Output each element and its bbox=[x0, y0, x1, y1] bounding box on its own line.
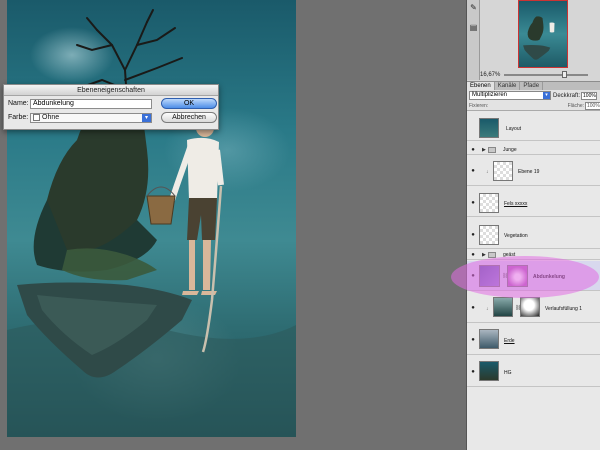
layer-thumbnail bbox=[479, 225, 499, 245]
layer-thumbnail bbox=[479, 118, 499, 138]
navigator-zoom-bar: 16,67% bbox=[480, 70, 600, 80]
color-select[interactable]: Ohne ▾ bbox=[30, 112, 152, 123]
layer-thumbnail bbox=[493, 161, 513, 181]
lock-row: Fixieren: Fläche: 100% bbox=[467, 101, 600, 111]
layer-name: Layout bbox=[506, 126, 522, 132]
disclosure-triangle-icon[interactable]: ▶ bbox=[482, 252, 486, 258]
blend-mode-select[interactable]: Multiplizieren ▾ bbox=[469, 91, 551, 100]
document-workspace: Ebeneneigenschaften Name: Farbe: Ohne ▾ … bbox=[0, 0, 466, 450]
layer-group-row[interactable]: ● ▶ geäst bbox=[467, 250, 600, 260]
layer-row[interactable]: ● Erde bbox=[467, 325, 600, 355]
artwork-illustration bbox=[7, 9, 296, 437]
layer-name: Junge bbox=[503, 147, 517, 153]
tab-channels[interactable]: Kanäle bbox=[495, 82, 521, 90]
layer-name: Vegetation bbox=[504, 233, 528, 239]
panel-toolstrip: ✎ ▤ bbox=[467, 0, 480, 80]
eye-icon[interactable]: ● bbox=[469, 272, 477, 280]
panel-icon[interactable]: ▤ bbox=[468, 22, 479, 33]
fill-label: Fläche: bbox=[567, 102, 584, 109]
clip-arrow-icon: ↓ bbox=[486, 306, 489, 312]
layer-mask-thumbnail bbox=[520, 297, 540, 317]
tab-layers[interactable]: Ebenen bbox=[467, 82, 495, 90]
ok-button[interactable]: OK bbox=[161, 98, 217, 109]
layer-name: Ebene 19 bbox=[518, 169, 540, 175]
navigator-preview-image bbox=[523, 16, 555, 60]
name-row: Name: bbox=[8, 98, 152, 109]
layer-thumbnail bbox=[479, 265, 500, 287]
color-select-value: Ohne bbox=[42, 114, 60, 121]
folder-icon bbox=[488, 147, 496, 153]
layer-thumbnail bbox=[479, 329, 499, 349]
color-label: Farbe: bbox=[8, 114, 29, 121]
layer-row[interactable]: ● ↓ ⛓ Verlaufsfüllung 1 bbox=[467, 293, 600, 323]
layer-row[interactable]: ● Vegetation bbox=[467, 221, 600, 249]
eye-icon[interactable]: ● bbox=[469, 167, 477, 175]
eye-icon[interactable]: ● bbox=[469, 199, 477, 207]
eye-icon[interactable]: ● bbox=[469, 368, 477, 376]
color-row: Farbe: Ohne ▾ bbox=[8, 112, 152, 123]
folder-icon bbox=[488, 252, 496, 258]
layer-mask-thumbnail bbox=[507, 265, 528, 287]
document-canvas[interactable] bbox=[7, 0, 296, 437]
clip-arrow-icon: ↓ bbox=[486, 169, 489, 175]
layer-name: Fels xxxxx bbox=[504, 201, 528, 207]
navigator-thumbnail[interactable] bbox=[518, 0, 568, 68]
layer-name: HG bbox=[504, 370, 512, 376]
zoom-slider[interactable] bbox=[504, 74, 588, 76]
eye-icon[interactable]: ● bbox=[469, 146, 477, 154]
dialog-title: Ebeneneigenschaften bbox=[4, 85, 218, 96]
layer-name-input[interactable] bbox=[30, 98, 152, 109]
layer-row-selected[interactable]: ● ⛓ Abdunkelung bbox=[467, 261, 600, 291]
disclosure-triangle-icon[interactable]: ▶ bbox=[482, 147, 486, 153]
layer-row[interactable]: Layout bbox=[467, 116, 600, 141]
zoom-value: 16,67% bbox=[480, 72, 501, 78]
layer-row[interactable]: ● ↓ Ebene 19 bbox=[467, 157, 600, 186]
layer-row[interactable]: ● Fels xxxxx bbox=[467, 189, 600, 217]
panel-dock: ✎ ▤ 16,67% Ebenen Kanäle Pfade Multipliz… bbox=[466, 0, 600, 450]
layers-list[interactable]: Layout ● ▶ Junge ● ↓ Ebene 19 ● Fels xxx… bbox=[467, 111, 600, 450]
layer-properties-dialog: Ebeneneigenschaften Name: Farbe: Ohne ▾ … bbox=[3, 84, 219, 130]
layer-name: Verlaufsfüllung 1 bbox=[545, 306, 582, 312]
chevron-down-icon: ▾ bbox=[142, 113, 151, 122]
blend-row: Multiplizieren ▾ Deckkraft: 100% bbox=[467, 90, 600, 101]
layers-panel-tabs: Ebenen Kanäle Pfade bbox=[467, 81, 600, 90]
cancel-button[interactable]: Abbrechen bbox=[161, 112, 217, 123]
opacity-input[interactable]: 100% bbox=[581, 91, 598, 100]
layer-group-row[interactable]: ● ▶ Junge bbox=[467, 145, 600, 155]
blend-mode-value: Multiplizieren bbox=[472, 92, 508, 98]
tab-paths[interactable]: Pfade bbox=[520, 82, 544, 90]
layer-name: geäst bbox=[503, 252, 516, 258]
layer-thumbnail bbox=[493, 297, 513, 317]
color-swatch-icon bbox=[33, 114, 40, 121]
opacity-label: Deckkraft: bbox=[553, 92, 581, 99]
fill-input[interactable]: 100% bbox=[585, 101, 600, 110]
zoom-slider-handle[interactable] bbox=[562, 71, 567, 78]
name-label: Name: bbox=[8, 100, 29, 107]
eye-icon[interactable]: ● bbox=[469, 231, 477, 239]
eye-icon[interactable]: ● bbox=[469, 304, 477, 312]
layer-thumbnail bbox=[479, 193, 499, 213]
brush-icon[interactable]: ✎ bbox=[468, 2, 479, 13]
layer-name: Abdunkelung bbox=[533, 274, 565, 280]
navigator-panel: 16,67% bbox=[480, 0, 600, 80]
chevron-down-icon: ▾ bbox=[543, 92, 550, 99]
eye-icon[interactable]: ● bbox=[469, 336, 477, 344]
layer-row[interactable]: ● HG bbox=[467, 357, 600, 387]
layer-thumbnail bbox=[479, 361, 499, 381]
lock-label: Fixieren: bbox=[469, 102, 489, 109]
eye-icon[interactable]: ● bbox=[469, 251, 477, 259]
layer-name: Erde bbox=[504, 338, 515, 344]
